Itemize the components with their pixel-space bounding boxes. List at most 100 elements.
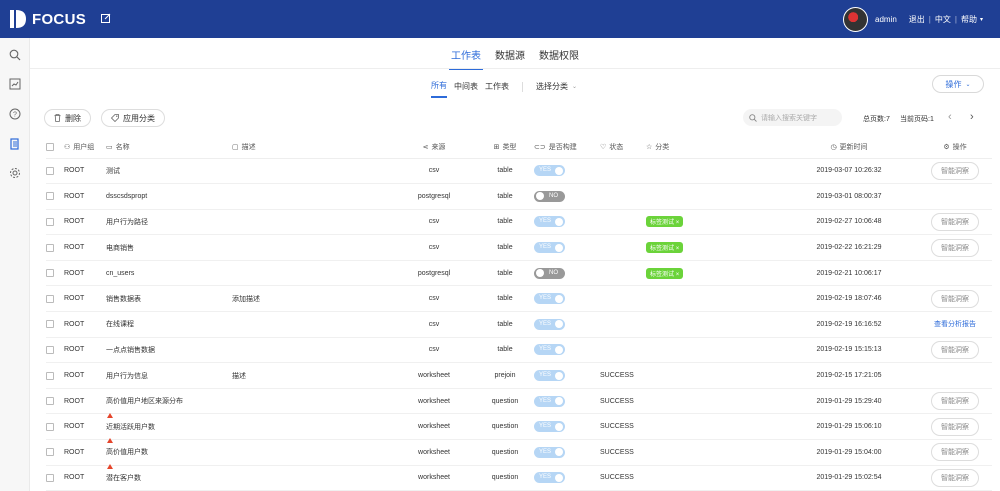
logo[interactable]: FOCUS — [10, 10, 86, 28]
worksheet-name-link[interactable]: cn_users — [106, 270, 134, 277]
smart-insight-button[interactable]: 智能洞察 — [931, 392, 979, 411]
action-button[interactable]: 操作 ⌄ — [932, 75, 984, 93]
table-row[interactable]: ROOT 用户行为信息 描述 worksheet prejoin YES SUCCESS 20… — [46, 362, 992, 389]
close-icon[interactable]: × — [676, 272, 680, 278]
close-icon[interactable]: × — [676, 246, 680, 252]
worksheet-icon[interactable] — [9, 138, 21, 150]
help-icon[interactable]: ? — [9, 108, 21, 120]
table-row[interactable]: ROOT 销售数据表 添加描述 csv table YES 2019-02-19 18:07… — [46, 285, 992, 313]
smart-insight-button[interactable]: 智能洞察 — [931, 417, 979, 436]
row-checkbox[interactable] — [46, 269, 54, 278]
logout-link[interactable]: 退出 — [909, 14, 925, 25]
row-checkbox[interactable] — [46, 294, 54, 303]
worksheet-name-link[interactable]: 高价值用户数 — [106, 449, 148, 456]
build-toggle[interactable]: YES — [534, 242, 565, 254]
row-checkbox[interactable] — [46, 345, 54, 354]
prev-page-icon[interactable]: ‹ — [948, 111, 952, 123]
tab-datasource[interactable]: 数据源 — [493, 47, 527, 70]
build-toggle[interactable]: YES — [534, 395, 565, 407]
smart-insight-button[interactable]: 智能洞察 — [931, 238, 979, 257]
close-icon[interactable]: × — [676, 220, 680, 226]
smart-insight-button[interactable]: 智能洞察 — [931, 340, 979, 359]
build-toggle[interactable]: YES — [534, 293, 565, 305]
row-checkbox[interactable] — [46, 166, 54, 175]
row-checkbox[interactable] — [46, 473, 54, 482]
subtab-all[interactable]: 所有 — [431, 80, 447, 98]
build-toggle[interactable]: YES — [534, 216, 565, 228]
table-row[interactable]: ROOT 用户行为路径 csv table YES 标签测试 × 2019-02-27 10… — [46, 209, 992, 236]
worksheet-name-link[interactable]: 高价值用户地区来源分布 — [106, 398, 183, 405]
table-row[interactable]: ROOT 电商销售 csv table YES 标签测试 × 2019-02-22 16:2… — [46, 234, 992, 261]
worksheet-name-link[interactable]: 近期活跃用户数 — [106, 424, 155, 431]
help-link[interactable]: 帮助 — [961, 14, 977, 25]
table-row[interactable]: ROOT 潜在客户数 worksheet question YES SUCCESS 2019… — [46, 463, 992, 491]
category-tag[interactable]: 标签测试 × — [646, 216, 684, 228]
row-checkbox[interactable] — [46, 397, 54, 406]
row-checkbox[interactable] — [46, 371, 54, 380]
worksheet-name-link[interactable]: 销售数据表 — [106, 296, 141, 303]
view-report-link[interactable]: 查看分析报告 — [934, 321, 976, 328]
build-toggle[interactable]: NO — [534, 267, 565, 279]
row-checkbox[interactable] — [46, 448, 54, 457]
worksheet-name-link[interactable]: 用户行为信息 — [106, 373, 148, 380]
cell-desc[interactable]: 描述 — [232, 362, 392, 389]
next-page-icon[interactable]: › — [970, 111, 974, 123]
cell-desc[interactable]: 添加描述 — [232, 285, 392, 313]
category-filter[interactable]: 选择分类 ⌄ — [536, 81, 577, 97]
worksheet-name-link[interactable]: 在线课程 — [106, 321, 134, 328]
build-toggle[interactable]: YES — [534, 344, 565, 356]
avatar[interactable] — [843, 7, 868, 32]
dashboard-icon[interactable] — [9, 78, 21, 90]
smart-insight-button[interactable]: 智能洞察 — [931, 161, 979, 180]
subtab-worksheet[interactable]: 工作表 — [485, 81, 509, 97]
build-toggle[interactable]: YES — [534, 370, 565, 382]
smart-insight-button[interactable]: 智能洞察 — [931, 212, 979, 231]
build-toggle[interactable]: YES — [534, 318, 565, 330]
subtab-intermediate[interactable]: 中间表 — [454, 81, 478, 97]
table-row[interactable]: ROOT 近期活跃用户数 worksheet question YES SUCCESS 20… — [46, 412, 992, 441]
build-toggle[interactable]: NO — [534, 190, 565, 202]
table-row[interactable]: ROOT cn_users postgresql table NO 标签测试 × 2019-… — [46, 260, 992, 287]
category-tag[interactable]: 标签测试 × — [646, 267, 684, 279]
worksheet-name-link[interactable]: 电商销售 — [106, 245, 134, 252]
help-caret-icon[interactable]: ▾ — [980, 16, 983, 23]
build-toggle[interactable]: YES — [534, 421, 565, 433]
smart-insight-button[interactable]: 智能洞察 — [931, 468, 979, 487]
row-checkbox[interactable] — [46, 217, 54, 226]
smart-insight-button[interactable]: 智能洞察 — [931, 443, 979, 462]
cell-group: ROOT — [64, 362, 106, 389]
worksheet-name-link[interactable]: 用户行为路径 — [106, 219, 148, 226]
table-row[interactable]: ROOT 高价值用户地区来源分布 worksheet question YES SUCCE… — [46, 388, 992, 415]
tab-worksheet[interactable]: 工作表 — [449, 47, 483, 70]
category-tag[interactable]: 标签测试 × — [646, 242, 684, 254]
delete-button[interactable]: 删除 — [44, 109, 91, 127]
row-checkbox[interactable] — [46, 192, 54, 201]
tab-permissions[interactable]: 数据权限 — [537, 47, 581, 70]
worksheet-name-link[interactable]: 一点点销售数据 — [106, 347, 155, 354]
row-checkbox[interactable] — [46, 320, 54, 329]
apply-category-button[interactable]: 应用分类 — [101, 109, 165, 127]
language-link[interactable]: 中文 — [935, 14, 951, 25]
col-group: ⚇ 用户组 — [64, 136, 106, 159]
search-input[interactable]: 请输入搜索关键字 — [743, 109, 842, 126]
cell-category — [646, 388, 780, 415]
worksheet-name-link[interactable]: 测试 — [106, 168, 120, 175]
build-toggle[interactable]: YES — [534, 472, 565, 484]
table-row[interactable]: ROOT 测试 csv table YES 2019-03-07 10:26:32 智能洞察 — [46, 158, 992, 185]
username[interactable]: admin — [875, 15, 897, 24]
smart-insight-button[interactable]: 智能洞察 — [931, 289, 979, 308]
edit-icon[interactable] — [101, 13, 111, 23]
settings-icon[interactable] — [9, 167, 21, 179]
select-all-checkbox[interactable] — [46, 142, 54, 151]
row-checkbox[interactable] — [46, 422, 54, 431]
worksheet-name-link[interactable]: 潜在客户数 — [106, 475, 141, 482]
build-toggle[interactable]: YES — [534, 446, 565, 458]
row-checkbox[interactable] — [46, 243, 54, 252]
build-toggle[interactable]: YES — [534, 165, 565, 177]
table-row[interactable]: ROOT 在线课程 csv table YES 2019-02-19 16:16:52 查看… — [46, 311, 992, 338]
table-row[interactable]: ROOT 高价值用户数 worksheet question YES SUCCESS 201… — [46, 438, 992, 466]
table-row[interactable]: ROOT 一点点销售数据 csv table YES 2019-02-19 15:15:1… — [46, 337, 992, 364]
search-icon[interactable] — [9, 49, 21, 61]
table-row[interactable]: ROOT dsscsdspropt postgresql table NO 2019-03… — [46, 183, 992, 210]
worksheet-name-link[interactable]: dsscsdspropt — [106, 193, 147, 200]
